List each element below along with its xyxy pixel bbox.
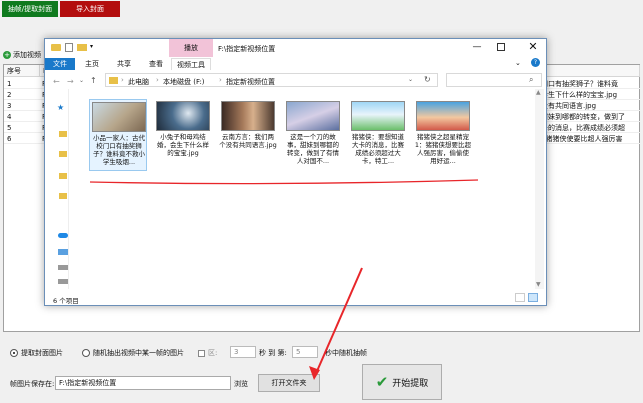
annotation-arrow: [313, 267, 363, 379]
annotation-overlay: [89, 179, 479, 380]
annotation-underline: [89, 179, 479, 185]
